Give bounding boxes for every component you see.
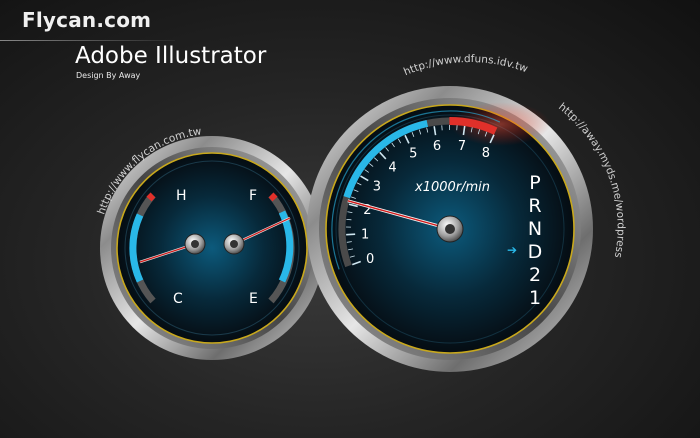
- gear-label: N: [528, 218, 542, 240]
- top-url: http://www.dfuns.idv.tw: [402, 53, 530, 78]
- tach-scale-label: 1: [361, 228, 369, 243]
- gear-label: D: [528, 241, 543, 263]
- gear-label: 2: [529, 264, 541, 286]
- small-gauge-face: [116, 152, 308, 344]
- fuel-empty-label: E: [249, 291, 258, 307]
- tach-scale-label: 3: [373, 180, 381, 195]
- gear-label: 1: [529, 287, 541, 309]
- gear-label: P: [529, 172, 540, 194]
- tach-scale-label: 6: [433, 139, 441, 154]
- temp-fuel-gauge: H C F E http://www.flycan.com.tw: [95, 125, 324, 360]
- tach-scale-label: 8: [482, 146, 490, 161]
- tach-scale-label: 4: [388, 160, 396, 175]
- fuel-full-label: F: [249, 188, 257, 204]
- tach-scale-label: 7: [458, 139, 466, 154]
- tach-scale-label: 0: [366, 252, 374, 267]
- tach-unit: x1000r/min: [414, 180, 490, 195]
- tachometer: 012345 6 7 8 x1000r/min PRND21 ➔ http://www…: [307, 53, 627, 372]
- gear-arrow-icon: ➔: [507, 243, 517, 257]
- temp-hot-label: H: [176, 188, 187, 204]
- tach-scale-label: 5: [409, 146, 417, 161]
- temp-cold-label: C: [173, 291, 183, 307]
- gear-indicator: PRND21: [528, 172, 543, 309]
- gear-label: R: [528, 195, 541, 217]
- dashboard-gauges: H C F E http://www.flycan.com.tw 012345 6…: [95, 53, 627, 372]
